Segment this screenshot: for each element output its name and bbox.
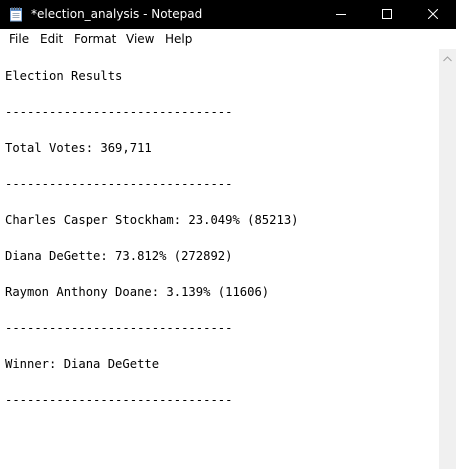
maximize-icon [382, 6, 392, 24]
chevron-up-icon [443, 49, 452, 67]
minimize-icon [336, 6, 346, 24]
text-line: Total Votes: 369,711 [5, 141, 152, 155]
menu-edit[interactable]: Edit [40, 29, 63, 49]
text-line: Charles Casper Stockham: 23.049% (85213) [5, 213, 299, 227]
title-bar[interactable]: *election_analysis - Notepad [0, 0, 456, 29]
text-line: Winner: Diana DeGette [5, 357, 160, 371]
text-line: Raymon Anthony Doane: 3.139% (11606) [5, 285, 270, 299]
text-line: ------------------------------- [5, 321, 233, 335]
menu-view[interactable]: View [126, 29, 154, 49]
menu-format[interactable]: Format [74, 29, 116, 49]
minimize-button[interactable] [318, 0, 364, 29]
text-line: Diana DeGette: 73.812% (272892) [5, 249, 233, 263]
close-icon [427, 6, 439, 24]
notepad-icon [8, 6, 24, 22]
text-line: ------------------------------- [5, 177, 233, 191]
menu-file[interactable]: File [9, 29, 29, 49]
text-line: ------------------------------- [5, 393, 233, 407]
maximize-button[interactable] [364, 0, 410, 29]
close-button[interactable] [410, 0, 456, 29]
menu-bar: File Edit Format View Help [0, 29, 456, 49]
vertical-scrollbar[interactable] [439, 49, 456, 469]
text-line: Election Results [5, 69, 123, 83]
text-line: ------------------------------- [5, 105, 233, 119]
text-editor[interactable]: Election Results -----------------------… [0, 49, 439, 469]
menu-help[interactable]: Help [165, 29, 192, 49]
scroll-up-button[interactable] [439, 49, 456, 66]
window-title: *election_analysis - Notepad [31, 7, 203, 21]
